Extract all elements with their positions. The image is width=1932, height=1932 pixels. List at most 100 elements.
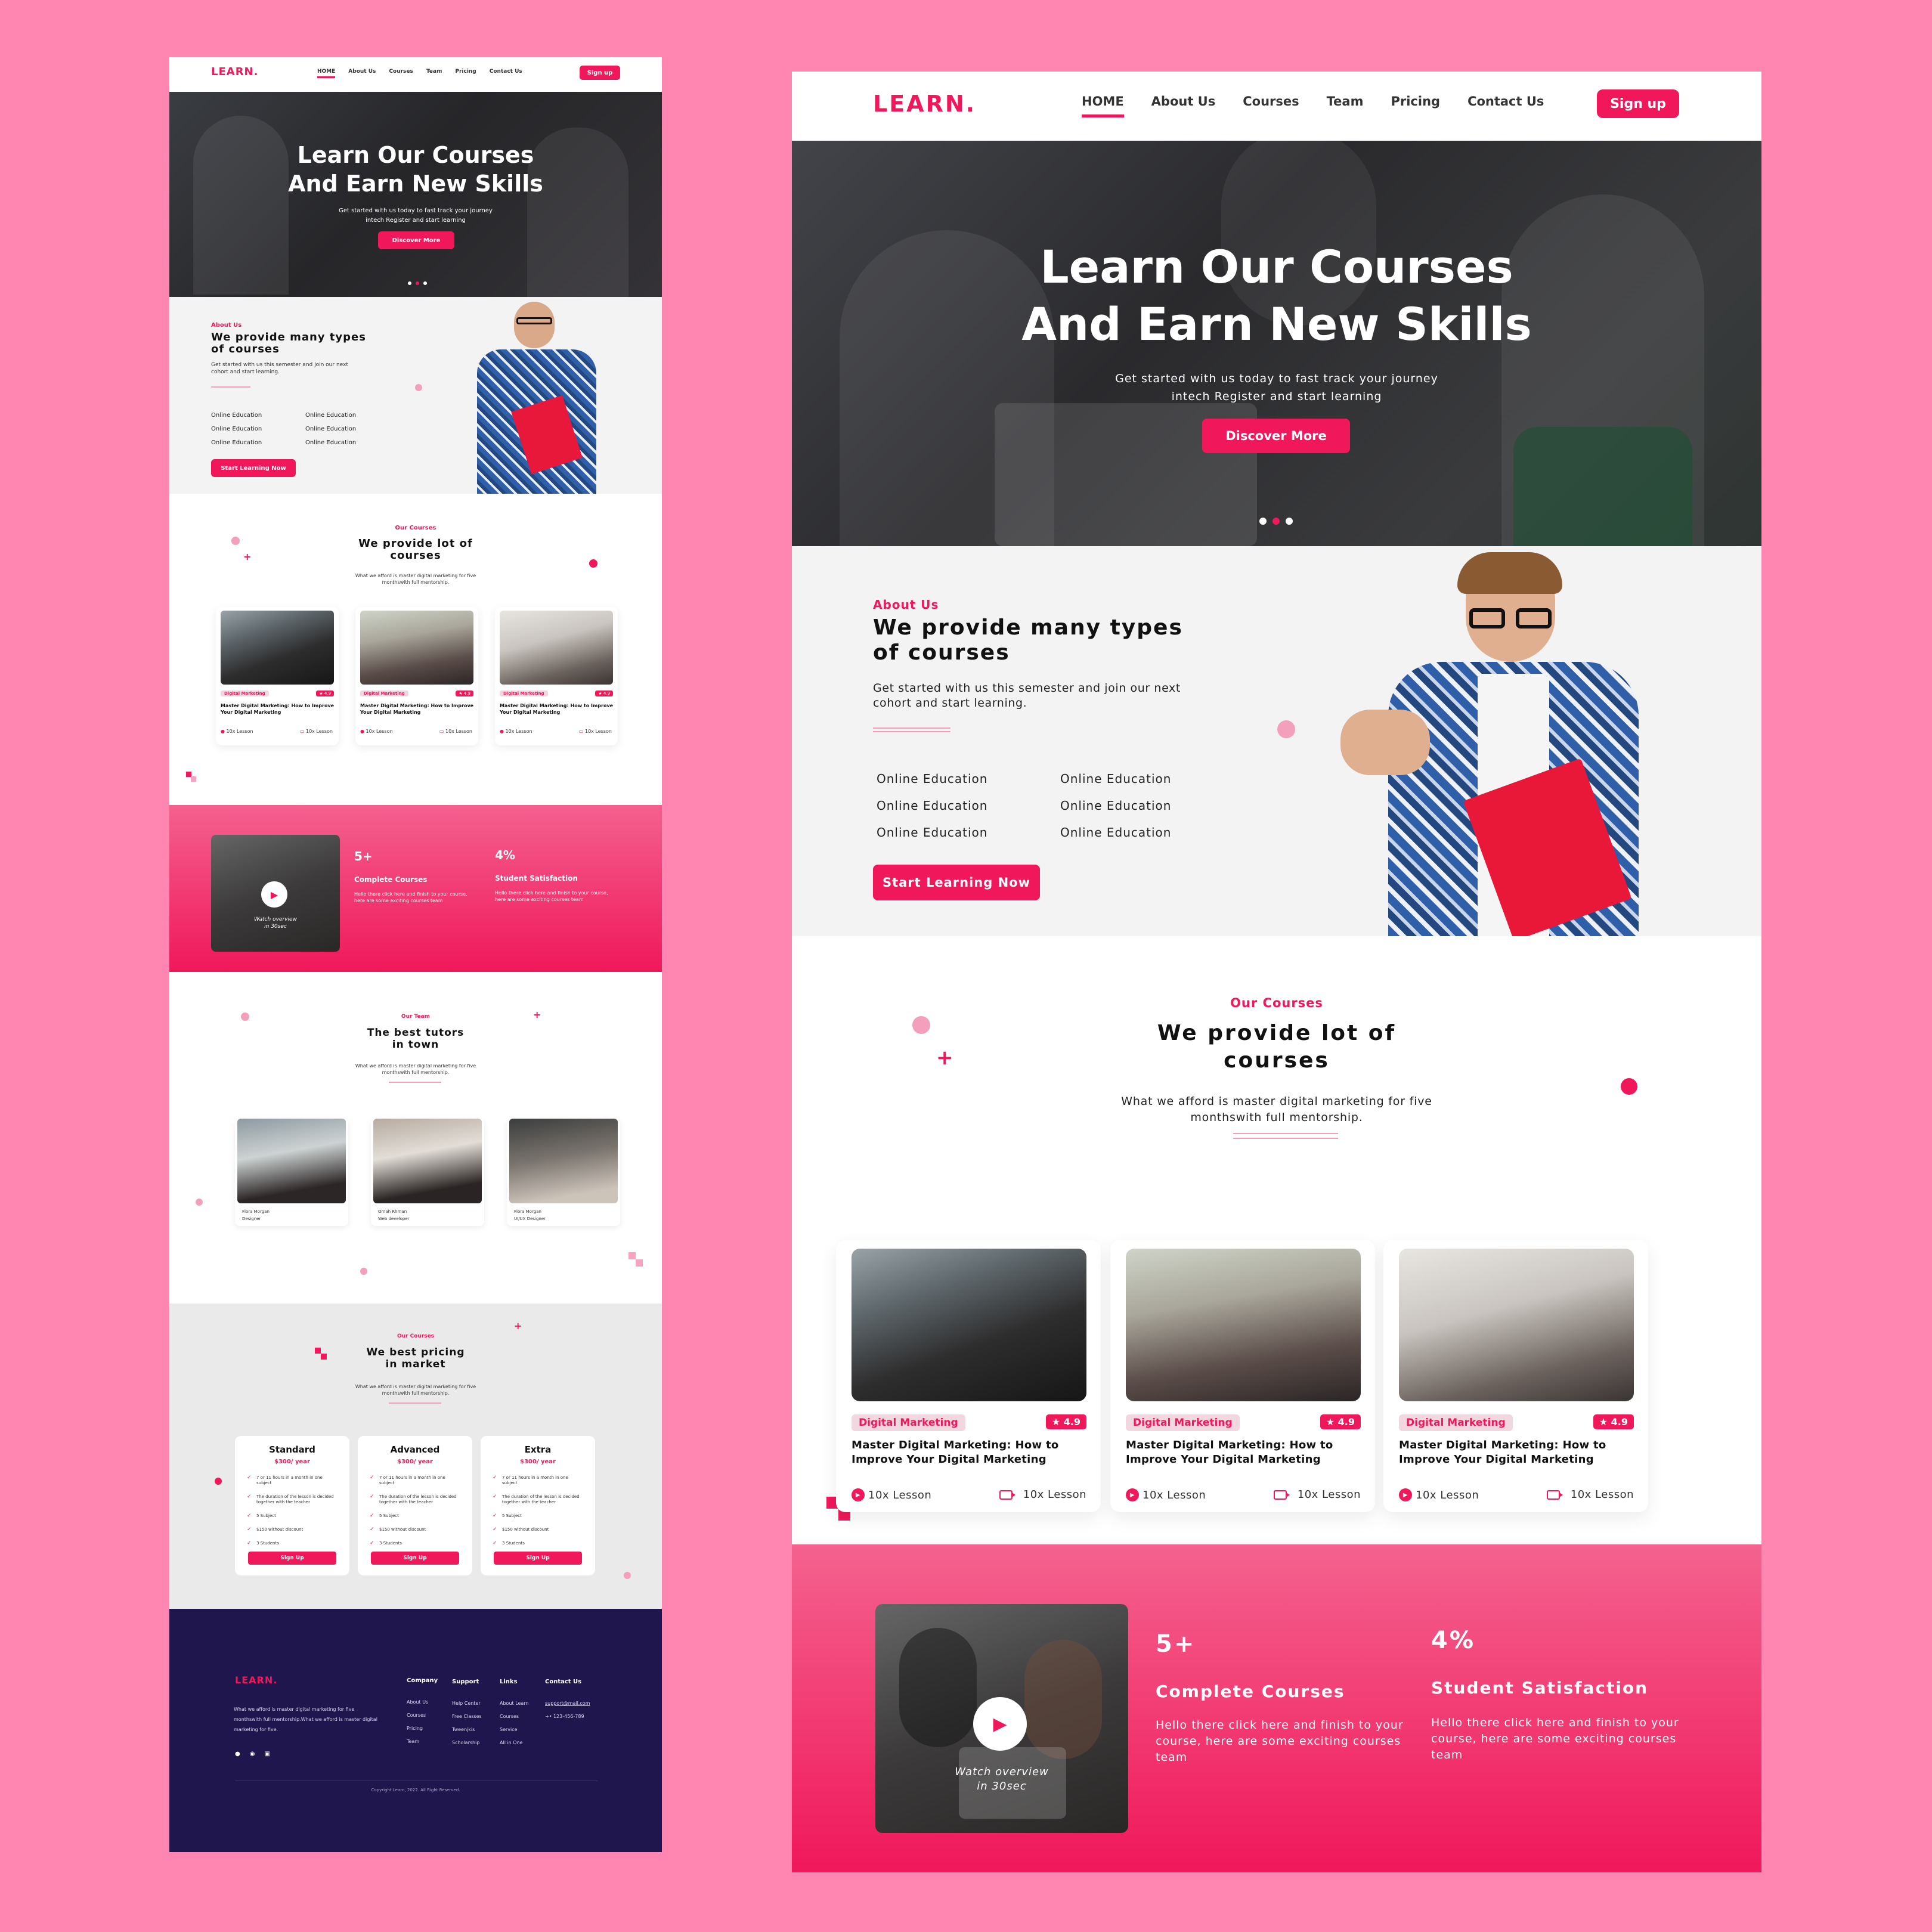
stat-value: 5+ (1156, 1630, 1196, 1658)
footer-copyright: Copyright Learn, 2022. All Right Reserve… (371, 1788, 460, 1792)
about-list-2: Online Education Online Education Online E… (1060, 772, 1172, 840)
hero-carousel-dots[interactable] (1259, 518, 1293, 525)
about-list-1: Online Education Online Education Online E… (877, 772, 988, 840)
course-card[interactable]: Digital Marketing ★ 4.9 Master Digital M… (1110, 1240, 1375, 1512)
video-thumbnail[interactable]: ▶ Watch overview in 30sec (875, 1604, 1128, 1833)
small-hero-title: Learn Our Courses And Earn New Skills (288, 142, 543, 197)
member-photo (373, 1119, 482, 1203)
small-courses-section: Our Courses We provide lot of courses Wha… (169, 494, 662, 805)
stat-value: 5+ (354, 849, 373, 863)
video-camera-icon (999, 1490, 1015, 1500)
small-nav-courses[interactable]: Courses (389, 69, 413, 78)
instagram-icon[interactable]: ▣ (264, 1751, 270, 1757)
small-nav-about[interactable]: About Us (348, 69, 376, 78)
lesson-count: ▶ 10x Lesson (852, 1488, 931, 1501)
course-rating: ★ 4.9 (1593, 1414, 1634, 1429)
footer-col-support: Support Help Center Free Classes Tweenjkis… (452, 1679, 482, 1745)
course-card[interactable]: Digital Marketing ★ 4.9 Master Digital M… (836, 1240, 1101, 1512)
discover-more-button[interactable]: Discover More (1202, 419, 1350, 453)
small-discover-button[interactable]: Discover More (378, 231, 454, 249)
small-courses-text: What we afford is master digital marketi… (355, 573, 476, 585)
dribbble-icon[interactable]: ◉ (250, 1751, 255, 1757)
video-count: ▭ 10x Lesson (578, 729, 612, 734)
hero-green-shirt (1513, 427, 1692, 546)
small-about-title: We provide many types of courses (211, 331, 366, 355)
small-about-text: Get started with us this semester and jo… (211, 362, 348, 375)
small-logo[interactable]: LEARN. (211, 66, 258, 78)
small-stats-section: ▶ Watch overview in 30sec 5+ Complete Cou… (169, 805, 662, 972)
course-title[interactable]: Master Digital Marketing: How to Improve… (1399, 1438, 1641, 1467)
nav-team[interactable]: Team (1327, 94, 1364, 117)
small-course-card[interactable]: Digital Marketing ★ 4.9 Master Digital M… (355, 607, 478, 745)
team-text: What we afford is master digital marketi… (355, 1063, 476, 1075)
video-camera-icon (1546, 1490, 1563, 1500)
small-nav-team[interactable]: Team (426, 69, 442, 78)
nav-contact[interactable]: Contact Us (1467, 94, 1544, 117)
decor-dot (415, 384, 422, 391)
course-tag: Digital Marketing (1126, 1414, 1240, 1431)
team-member-card[interactable]: Flora Morgan Designer (235, 1119, 348, 1226)
course-tag: Digital Marketing (221, 691, 269, 696)
small-course-card[interactable]: Digital Marketing ★ 4.9 Master Digital M… (495, 607, 618, 745)
nav-courses[interactable]: Courses (1243, 94, 1299, 117)
nav-about[interactable]: About Us (1151, 94, 1216, 117)
team-member-card[interactable]: Omah Rhman Web developer (371, 1119, 484, 1226)
footer-text: What we afford is master digital marketi… (234, 1707, 377, 1732)
video-count: ▭ 10x Lesson (299, 729, 333, 734)
video-count: ▭ 10x Lesson (439, 729, 472, 734)
plan-signup-button[interactable]: Sign Up (494, 1552, 582, 1565)
facebook-icon[interactable]: ● (235, 1751, 240, 1757)
small-hero-subtitle: Get started with us today to fast track … (339, 208, 493, 224)
course-rating: ★ 4.9 (1045, 1414, 1086, 1429)
course-title[interactable]: Master Digital Marketing: How to Improve… (500, 702, 617, 716)
plan-signup-button[interactable]: Sign Up (248, 1552, 336, 1565)
nav-pricing[interactable]: Pricing (1391, 94, 1440, 117)
small-video-thumbnail[interactable]: ▶ Watch overview in 30sec (211, 835, 340, 952)
course-tag: Digital Marketing (360, 691, 408, 696)
play-icon[interactable]: ▶ (261, 881, 287, 908)
stat-label: Student Satisfaction (1431, 1678, 1649, 1698)
about-section: About Us We provide many types of courses… (792, 546, 1761, 942)
about-text: Get started with us this semester and jo… (873, 682, 1181, 710)
course-tag: Digital Marketing (500, 691, 548, 696)
logo[interactable]: LEARN. (873, 91, 976, 117)
small-page-preview: LEARN. HOME About Us Courses Team Pricin… (169, 57, 662, 1852)
hero-subtitle: Get started with us today to fast track … (1115, 372, 1438, 403)
small-start-learning-button[interactable]: Start Learning Now (211, 459, 296, 477)
small-nav-home[interactable]: HOME (317, 69, 336, 78)
navbar: LEARN. HOME About Us Courses Team Pricin… (792, 72, 1761, 141)
course-card[interactable]: Digital Marketing ★ 4.9 Master Digital M… (1383, 1240, 1648, 1512)
small-about-label: About Us (211, 322, 242, 329)
small-hero-carousel-dots[interactable] (408, 281, 427, 285)
member-role: Web developer (378, 1216, 410, 1221)
start-learning-button[interactable]: Start Learning Now (873, 865, 1040, 900)
small-signup-button[interactable]: Sign up (580, 66, 620, 80)
plan-price: $300/ year (397, 1459, 433, 1465)
course-title[interactable]: Master Digital Marketing: How to Improve… (221, 702, 338, 716)
small-nav-pricing[interactable]: Pricing (455, 69, 476, 78)
course-title[interactable]: Master Digital Marketing: How to Improve… (360, 702, 477, 716)
video-caption: Watch overview in 30sec (955, 1766, 1049, 1792)
course-image (1126, 1249, 1361, 1401)
course-title[interactable]: Master Digital Marketing: How to Improve… (852, 1438, 1094, 1467)
course-rating: ★ 4.9 (456, 691, 473, 696)
decor-plus: + (936, 1046, 953, 1070)
stat-label: Student Satisfaction (495, 874, 578, 883)
play-icon[interactable]: ▶ (973, 1697, 1027, 1751)
hero: Learn Our Courses And Earn New Skills Get… (792, 141, 1761, 546)
team-member-card[interactable]: Flora Morgan UI/UX Designer (507, 1119, 620, 1226)
plan-features: 7 or 11 hours in a month in one subjectT… (493, 1475, 582, 1555)
course-title[interactable]: Master Digital Marketing: How to Improve… (1126, 1438, 1368, 1467)
footer-logo[interactable]: LEARN. (235, 1674, 277, 1686)
small-about-section: About Us We provide many types of courses… (169, 297, 662, 494)
student-illustration (1317, 552, 1698, 942)
pricing-text: What we afford is master digital marketi… (355, 1384, 476, 1396)
plan-signup-button[interactable]: Sign Up (371, 1552, 459, 1565)
nav-home[interactable]: HOME (1082, 94, 1124, 117)
lesson-count: ● 10x Lesson (221, 729, 253, 734)
course-image (852, 1249, 1086, 1401)
small-course-card[interactable]: Digital Marketing ★ 4.9 Master Digital M… (216, 607, 339, 745)
stat-text: Hello there click here and finish to you… (354, 891, 467, 903)
small-nav-contact[interactable]: Contact Us (490, 69, 522, 78)
signup-button[interactable]: Sign up (1597, 89, 1679, 118)
